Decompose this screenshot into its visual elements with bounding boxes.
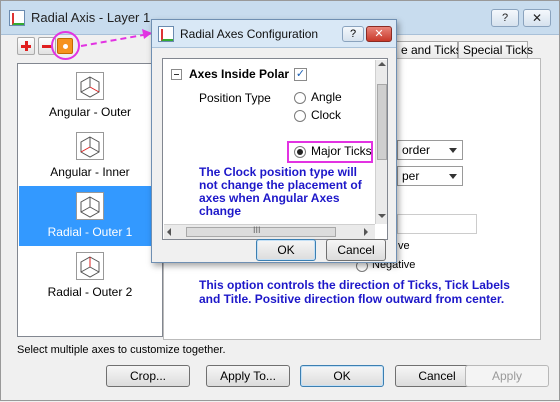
dialog-app-icon — [158, 26, 174, 42]
axis-item-angular-outer[interactable]: Angular - Outer — [19, 66, 161, 126]
app-icon — [9, 10, 25, 26]
dialog-cancel-button[interactable]: Cancel — [326, 239, 386, 261]
crop-button[interactable]: Crop... — [106, 365, 190, 387]
axis-item-radial-outer-1[interactable]: Radial - Outer 1 — [19, 186, 161, 246]
major-ticks-radio[interactable] — [294, 146, 306, 158]
position-type-label: Position Type — [199, 91, 271, 105]
vertical-scrollbar[interactable] — [375, 60, 387, 224]
value-input[interactable] — [397, 214, 477, 234]
tab-title-and-ticks[interactable]: e and Ticks — [396, 41, 462, 59]
axis-thumbnail-icon — [76, 132, 104, 160]
major-ticks-label: Major Ticks — [311, 144, 372, 158]
positive-label: ve — [398, 240, 410, 252]
axis-thumbnail-icon — [76, 252, 104, 280]
dialog-titlebar: Radial Axes Configuration ? ✕ — [152, 20, 396, 48]
axis-item-label: Radial - Outer 1 — [47, 225, 133, 239]
axis-item-label: Angular - Outer — [48, 105, 132, 119]
tab-special-ticks[interactable]: Special Ticks — [458, 41, 533, 59]
scroll-left-icon[interactable] — [167, 228, 171, 236]
border-combo[interactable]: order — [397, 140, 463, 160]
axis-item-angular-inner[interactable]: Angular - Inner — [19, 126, 161, 186]
horizontal-scroll-thumb[interactable]: III — [186, 225, 336, 237]
angle-radio[interactable] — [294, 92, 306, 104]
close-button[interactable]: ✕ — [523, 9, 551, 27]
axis-item-label: Radial - Outer 2 — [47, 285, 133, 299]
radial-axes-config-dialog: Radial Axes Configuration ? ✕ Axes Insid… — [151, 19, 397, 263]
ok-button[interactable]: OK — [300, 365, 384, 387]
chevron-down-icon — [449, 174, 457, 179]
add-axis-button[interactable] — [17, 37, 35, 55]
axes-list[interactable]: Angular - Outer Angular - Inner Radial -… — [17, 63, 163, 337]
help-button[interactable]: ? — [491, 9, 519, 27]
dialog-title: Radial Axes Configuration — [180, 27, 319, 41]
clock-label: Clock — [311, 108, 342, 122]
scroll-right-icon[interactable] — [364, 228, 368, 236]
window-title: Radial Axis - Layer 1 — [31, 10, 151, 25]
dialog-ok-button[interactable]: OK — [256, 239, 316, 261]
highlight-circle — [51, 31, 80, 60]
clock-radio[interactable] — [294, 110, 306, 122]
dialog-settings-panel: Axes Inside Polar ✓ Position Type Angle … — [162, 58, 388, 240]
collapse-icon[interactable] — [171, 69, 182, 80]
section-title: Axes Inside Polar — [189, 67, 290, 81]
upper-combo[interactable]: per — [397, 166, 463, 186]
dialog-close-button[interactable]: ✕ — [366, 26, 392, 42]
scroll-down-icon[interactable] — [378, 214, 386, 218]
dialog-help-button[interactable]: ? — [342, 26, 364, 42]
tab-strip: e and Ticks Special Ticks — [396, 41, 534, 59]
axes-inside-polar-checkbox[interactable]: ✓ — [294, 68, 307, 81]
chevron-down-icon — [449, 148, 457, 153]
combo-value: order — [402, 143, 431, 157]
angle-label: Angle — [311, 90, 342, 104]
axis-thumbnail-icon — [76, 192, 104, 220]
vertical-scroll-thumb[interactable] — [377, 84, 387, 160]
horizontal-scrollbar[interactable]: III — [164, 224, 375, 239]
combo-value: per — [402, 169, 420, 183]
hint-text: Select multiple axes to customize togeth… — [17, 344, 226, 356]
axis-item-label: Angular - Inner — [50, 165, 130, 179]
axis-item-radial-outer-2[interactable]: Radial - Outer 2 — [19, 246, 161, 306]
apply-to-button[interactable]: Apply To... — [206, 365, 290, 387]
apply-button[interactable]: Apply — [465, 365, 549, 387]
direction-note: This option controls the direction of Ti… — [199, 278, 510, 306]
axis-thumbnail-icon — [76, 72, 104, 100]
scroll-up-icon[interactable] — [378, 62, 386, 66]
clock-note: The Clock position type will not change … — [199, 165, 362, 218]
grip-icon: III — [253, 225, 261, 235]
